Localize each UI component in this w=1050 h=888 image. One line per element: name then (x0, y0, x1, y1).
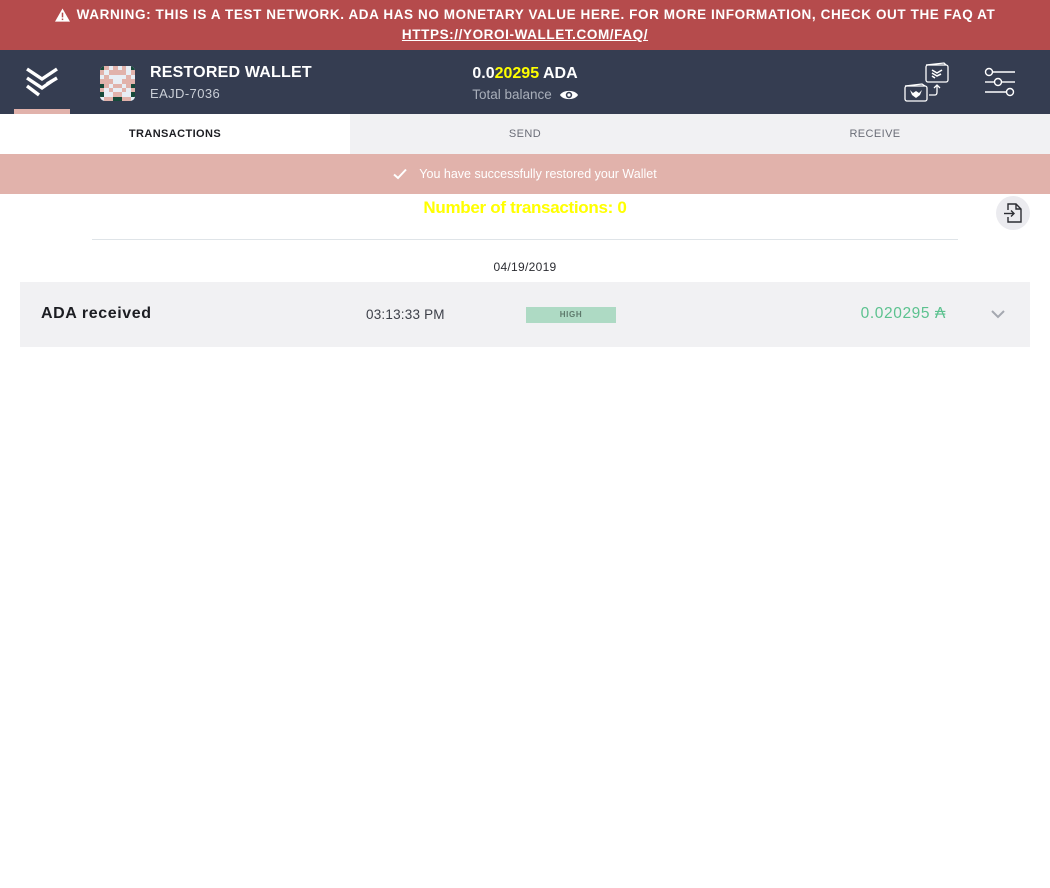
wallet-plate: EAJD-7036 (150, 86, 221, 101)
tab-send[interactable]: SEND (350, 114, 700, 154)
transactions-count: Number of transactions: 0 (423, 198, 627, 217)
eye-icon[interactable] (559, 89, 578, 101)
balance-label: Total balance (472, 87, 552, 102)
ada-symbol: ₳ (935, 305, 946, 322)
transaction-group: 04/19/2019 ADA received 03:13:33 PM HIGH… (0, 260, 1050, 347)
balance-amount: 0.020295 ADA (0, 63, 1050, 85)
summary-divider (92, 239, 958, 240)
faq-link[interactable]: HTTPS://YOROI-WALLET.COM/FAQ/ (402, 27, 648, 42)
wallet-switch-icon (904, 62, 949, 102)
notice-text: You have successfully restored your Wall… (419, 167, 657, 181)
identicon-cell (130, 96, 135, 101)
balance-unit: ADA (542, 65, 578, 82)
assurance-badge: HIGH (526, 307, 616, 323)
group-date: 04/19/2019 (493, 260, 557, 274)
active-indicator (14, 109, 70, 114)
check-icon (393, 168, 408, 180)
balance-highlight: 20295 (494, 65, 540, 82)
tab-receive[interactable]: RECEIVE (700, 114, 1050, 154)
balance-prefix: 0.0 (472, 65, 495, 82)
export-transactions-button[interactable] (996, 196, 1030, 230)
balance-label-row: Total balance (472, 87, 578, 102)
warning-triangle-icon (54, 8, 70, 22)
chevron-down-icon[interactable] (990, 308, 1006, 320)
transaction-row[interactable]: ADA received 03:13:33 PM HIGH 0.020295 ₳ (20, 282, 1030, 347)
transactions-summary: Number of transactions: 0 (0, 194, 1050, 239)
wallet-switch-button[interactable] (904, 62, 950, 102)
tab-transactions[interactable]: TRANSACTIONS (0, 114, 350, 154)
settings-button[interactable] (984, 67, 1016, 97)
warning-text: WARNING: THIS IS A TEST NETWORK. ADA HAS… (76, 7, 996, 22)
wallet-tabs: TRANSACTIONS SEND RECEIVE (0, 114, 1050, 154)
amount-value: 0.020295 (860, 305, 931, 322)
transaction-time: 03:13:33 PM (366, 307, 445, 322)
test-network-warning-banner: WARNING: THIS IS A TEST NETWORK. ADA HAS… (0, 0, 1050, 50)
transaction-amount: 0.020295 ₳ (861, 305, 946, 323)
top-bar: RESTORED WALLET EAJD-7036 0.020295 ADA T… (0, 50, 1050, 114)
transaction-type: ADA received (41, 305, 152, 322)
restore-success-notice: You have successfully restored your Wall… (0, 154, 1050, 194)
export-file-icon (1004, 203, 1022, 223)
settings-sliders-icon (984, 67, 1015, 97)
